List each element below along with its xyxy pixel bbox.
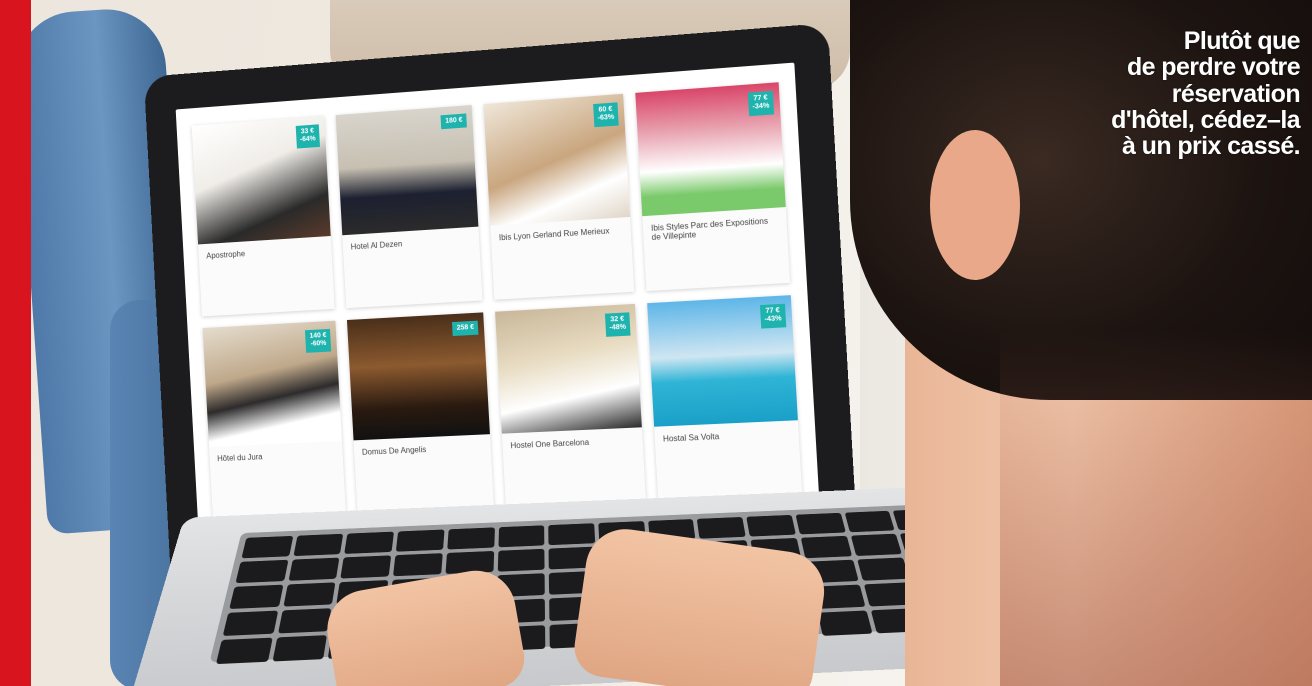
- caption-text: Plutôt que de perdre votre réservation d…: [1111, 27, 1300, 160]
- keyboard-key: [215, 637, 273, 665]
- price-badge: 180 €: [440, 113, 467, 130]
- keyboard-key: [795, 512, 846, 535]
- keyboard-key: [498, 525, 545, 548]
- keyboard-key: [241, 535, 294, 559]
- hotel-card: 180 € Hotel Al Dezen: [335, 105, 483, 309]
- hotel-card: 77 € -34% Ibis Styles Parc des Expositio…: [635, 82, 791, 292]
- laptop-screen: 33 € -64% Apostrophe 180 € Hotel Al Deze…: [175, 62, 821, 538]
- accent-bar: [0, 0, 31, 686]
- keyboard-key: [447, 527, 495, 550]
- hotel-card: 32 € -48% Hostel One Barcelona: [495, 303, 647, 508]
- price-badge: 140 € -60%: [305, 328, 332, 353]
- keyboard-key: [746, 514, 796, 537]
- keyboard-key: [817, 610, 873, 636]
- keyboard-key: [548, 523, 596, 546]
- price-badge: 60 € -63%: [592, 102, 619, 128]
- hotel-photo: 140 € -60%: [202, 320, 342, 447]
- keyboard-key: [850, 533, 903, 557]
- keyboard-key: [395, 529, 445, 552]
- keyboard-key: [229, 584, 284, 610]
- keyboard-key: [288, 557, 340, 581]
- hotel-photo: 32 € -48%: [495, 303, 642, 434]
- keyboard-key: [697, 516, 746, 539]
- hotel-listing-grid: 33 € -64% Apostrophe 180 € Hotel Al Deze…: [191, 82, 803, 520]
- photo-scene: 33 € -64% Apostrophe 180 € Hotel Al Deze…: [0, 0, 1312, 686]
- keyboard-key: [293, 533, 344, 557]
- price-badge: 32 € -48%: [604, 312, 631, 337]
- keyboard-key: [283, 582, 336, 607]
- keyboard-key: [222, 610, 278, 636]
- hotel-photo: 180 €: [335, 105, 479, 235]
- keyboard-key: [340, 555, 392, 579]
- hotel-photo: 258 €: [346, 312, 490, 440]
- hotel-card: 258 € Domus De Angelis: [346, 312, 495, 514]
- price-badge: 77 € -43%: [759, 303, 787, 329]
- keyboard-key: [800, 535, 852, 559]
- price-badge: 258 €: [452, 320, 479, 337]
- neck-shadow: [1000, 330, 1312, 686]
- keyboard-key: [272, 635, 328, 662]
- keyboard-key: [235, 559, 289, 584]
- hotel-card: 60 € -63% Ibis Lyon Gerland Rue Merieux: [483, 93, 635, 300]
- keyboard-key: [844, 510, 895, 533]
- keyboard-key: [277, 608, 332, 634]
- hotel-card: 77 € -43% Hostal Sa Volta: [647, 295, 803, 502]
- hotel-photo: 77 € -34%: [635, 82, 786, 216]
- price-badge: 33 € -64%: [295, 124, 320, 149]
- hotel-card: 140 € -60% Hôtel du Jura: [202, 320, 346, 520]
- hotel-photo: 33 € -64%: [191, 116, 331, 244]
- keyboard-key: [856, 557, 910, 581]
- keyboard-key: [344, 531, 395, 554]
- price-badge: 77 € -34%: [747, 90, 775, 116]
- hotel-photo: 60 € -63%: [483, 93, 630, 226]
- woman-ear: [930, 130, 1020, 280]
- hotel-photo: 77 € -43%: [647, 295, 798, 427]
- keyboard-key: [393, 553, 443, 577]
- keyboard-key: [497, 548, 545, 572]
- hotel-card: 33 € -64% Apostrophe: [191, 116, 335, 317]
